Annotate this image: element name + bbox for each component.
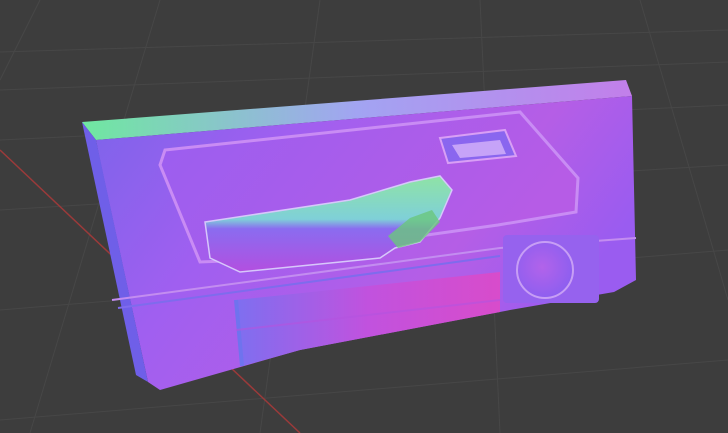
door-panel-model (82, 80, 637, 390)
viewport-scene (0, 0, 728, 433)
3d-viewport[interactable] (0, 0, 728, 433)
speaker-grille (516, 241, 574, 299)
